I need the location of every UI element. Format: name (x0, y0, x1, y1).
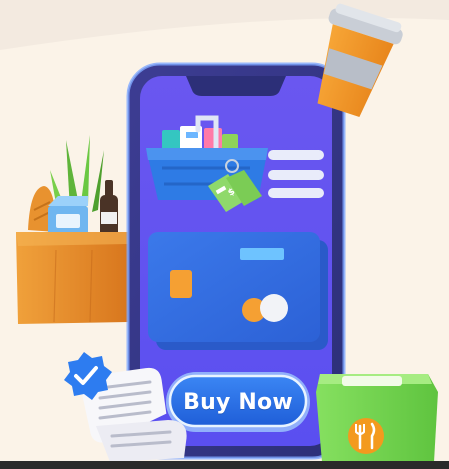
credit-card-icon (148, 232, 328, 350)
buy-now-button[interactable]: Buy Now (170, 378, 306, 426)
food-delivery-box-icon (316, 374, 438, 462)
product-info-lines (268, 150, 324, 198)
bottom-bar (0, 461, 449, 469)
grocery-bag-icon (16, 135, 130, 324)
